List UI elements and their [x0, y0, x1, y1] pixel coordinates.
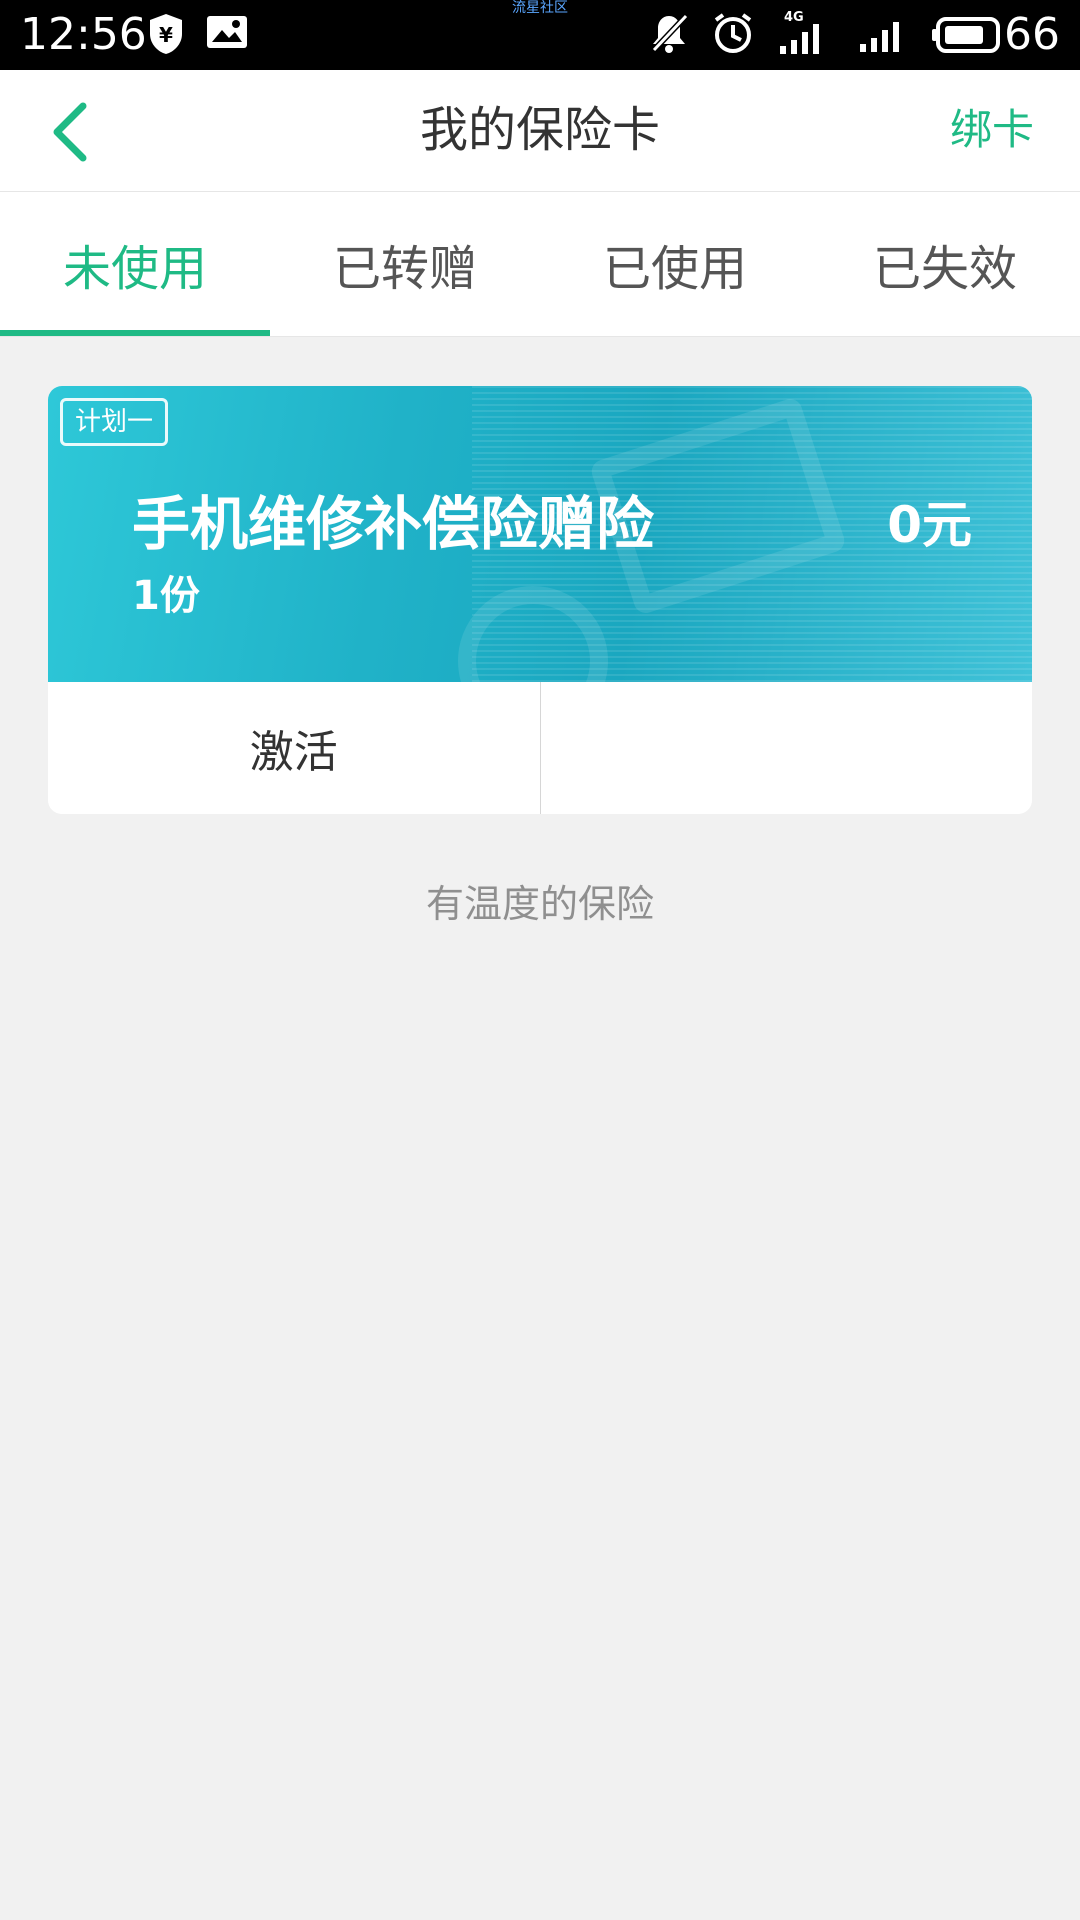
- status-bar: 流星社区 12:56 ¥ 4G 66: [0, 0, 1080, 70]
- slogan-text: 有温度的保险: [425, 882, 654, 926]
- insurance-price: 0元: [887, 496, 972, 554]
- tab-bar: 未使用 已转赠 已使用 已失效: [0, 192, 1080, 337]
- signal-4g-icon: 4G: [778, 10, 828, 56]
- battery-level: 66: [1004, 9, 1060, 60]
- tab-used[interactable]: 已使用: [540, 192, 810, 336]
- page-title: 我的保险卡: [419, 102, 660, 158]
- insurance-name: 手机维修补偿险赠险: [132, 490, 655, 558]
- shield-yuan-icon: ¥: [150, 14, 182, 54]
- mute-icon: [651, 13, 689, 53]
- svg-text:¥: ¥: [159, 23, 173, 47]
- card-actions: 激活: [48, 682, 1032, 814]
- secondary-action[interactable]: [539, 682, 1033, 814]
- battery-icon: [932, 17, 1000, 53]
- signal-icon: [860, 22, 899, 52]
- activate-button[interactable]: 激活: [48, 682, 540, 814]
- bind-card-button[interactable]: 绑卡: [950, 100, 1034, 160]
- status-time: 12:56: [20, 9, 147, 60]
- tab-unused[interactable]: 未使用: [0, 192, 270, 336]
- tab-expired[interactable]: 已失效: [810, 192, 1080, 336]
- plan-badge: 计划一: [60, 398, 169, 446]
- insurance-quantity: 1份: [132, 573, 200, 619]
- insurance-card[interactable]: 计划一 手机维修补偿险赠险 0元 1份 激活: [48, 386, 1032, 814]
- alarm-icon: [714, 13, 752, 53]
- app-header: 我的保险卡 绑卡: [0, 70, 1080, 192]
- image-icon: [207, 16, 247, 48]
- tab-transferred[interactable]: 已转赠: [270, 192, 540, 336]
- card-banner: 计划一 手机维修补偿险赠险 0元 1份: [48, 386, 1032, 682]
